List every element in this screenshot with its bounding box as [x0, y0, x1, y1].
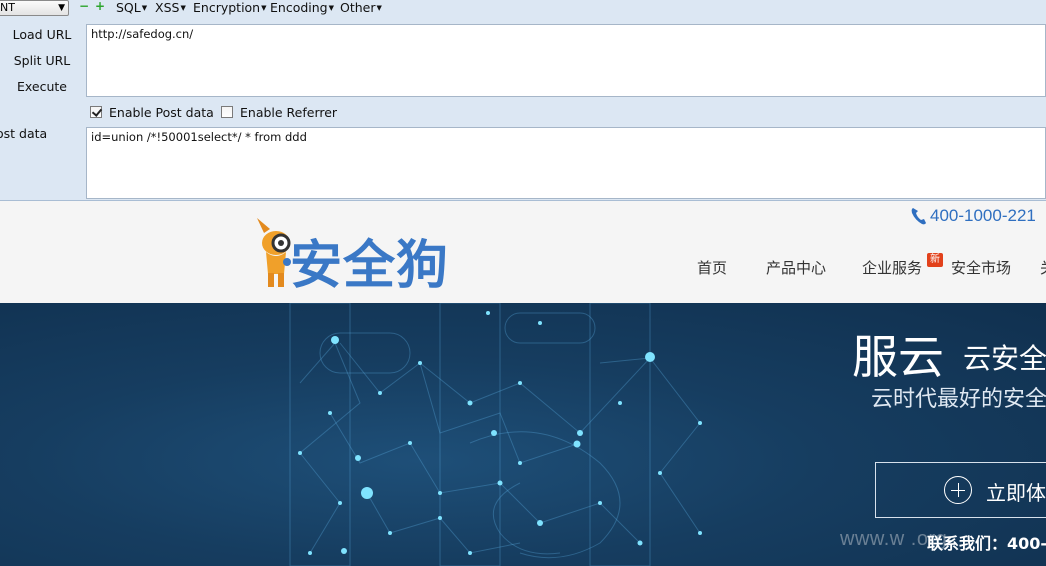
execute-button[interactable]: Execute: [10, 79, 74, 94]
menu-xss-label: XSS: [155, 0, 180, 15]
nav-products[interactable]: 产品中心: [766, 257, 826, 278]
banner-title-rest: 云安全: [963, 342, 1046, 375]
load-url-button[interactable]: Load URL: [10, 27, 74, 42]
post-data-input[interactable]: id=union /*!50001select*/ * from ddd: [86, 127, 1046, 199]
caret-icon: ▼: [376, 4, 382, 12]
caret-icon: ▼: [180, 4, 186, 12]
nav-about[interactable]: 关: [1040, 257, 1046, 278]
site-header: 安全狗 400-1000-221 首页 产品中心 企业服务 安全市场 关 新: [0, 201, 1046, 303]
menu-encoding-label: Encoding: [270, 0, 328, 15]
version-select[interactable]: NT ▼: [0, 0, 69, 16]
menu-xss[interactable]: XSS▼: [155, 0, 186, 16]
nav-home[interactable]: 首页: [697, 257, 727, 278]
plus-circle-icon: [944, 476, 972, 504]
version-select-value: NT: [0, 1, 15, 14]
try-now-button[interactable]: 立即体: [875, 462, 1046, 518]
dropdown-arrow-icon: ▼: [58, 3, 65, 13]
phone-icon: [911, 208, 926, 225]
banner-subtitle: 云时代最好的安全: [871, 387, 1046, 412]
menu-encoding[interactable]: Encoding▼: [270, 0, 334, 16]
enable-post-label: Enable Post data: [109, 104, 214, 120]
hero-banner: 服云 云安全 云时代最好的安全 立即体 www.w .org 联系我们：400-…: [0, 303, 1046, 566]
nav-security-market[interactable]: 安全市场: [951, 257, 1011, 278]
enable-post-option[interactable]: Enable Post data: [90, 103, 214, 121]
enable-referrer-label: Enable Referrer: [240, 104, 338, 120]
plus-icon[interactable]: +: [95, 0, 105, 12]
caret-icon: ▼: [141, 4, 148, 12]
main-nav: 首页 产品中心 企业服务 安全市场 关: [0, 257, 1046, 281]
caret-icon: ▼: [328, 4, 334, 12]
new-badge: 新: [927, 253, 943, 267]
nav-enterprise-services[interactable]: 企业服务: [862, 257, 922, 278]
menu-encryption-label: Encryption: [193, 0, 261, 15]
caret-icon: ▼: [261, 4, 267, 12]
url-input[interactable]: http://safedog.cn/: [86, 24, 1046, 97]
menu-sql[interactable]: SQL▼: [116, 0, 147, 16]
toolbar-menu-row: NT ▼ − + SQL▼ XSS▼ Encryption▼ Encoding▼…: [0, 0, 1046, 16]
split-url-button[interactable]: Split URL: [10, 53, 74, 68]
menu-encryption[interactable]: Encryption▼: [193, 0, 267, 16]
menu-other[interactable]: Other▼: [340, 0, 382, 16]
phone-text: 400-1000-221: [930, 206, 1036, 225]
hackbar-toolbar: NT ▼ − + SQL▼ XSS▼ Encryption▼ Encoding▼…: [0, 0, 1046, 201]
menu-other-label: Other: [340, 0, 376, 15]
minus-icon[interactable]: −: [79, 0, 89, 12]
menu-sql-label: SQL: [116, 0, 141, 15]
try-now-label: 立即体: [986, 481, 1046, 505]
contact-text: 联系我们：400-10: [927, 534, 1046, 553]
enable-referrer-option[interactable]: Enable Referrer: [221, 103, 337, 121]
banner-title: 服云: [852, 330, 944, 384]
post-data-label: ost data: [0, 126, 48, 141]
enable-referrer-checkbox[interactable]: [221, 106, 233, 118]
phone-number: 400-1000-221: [910, 206, 1036, 226]
enable-post-checkbox[interactable]: [90, 106, 102, 118]
